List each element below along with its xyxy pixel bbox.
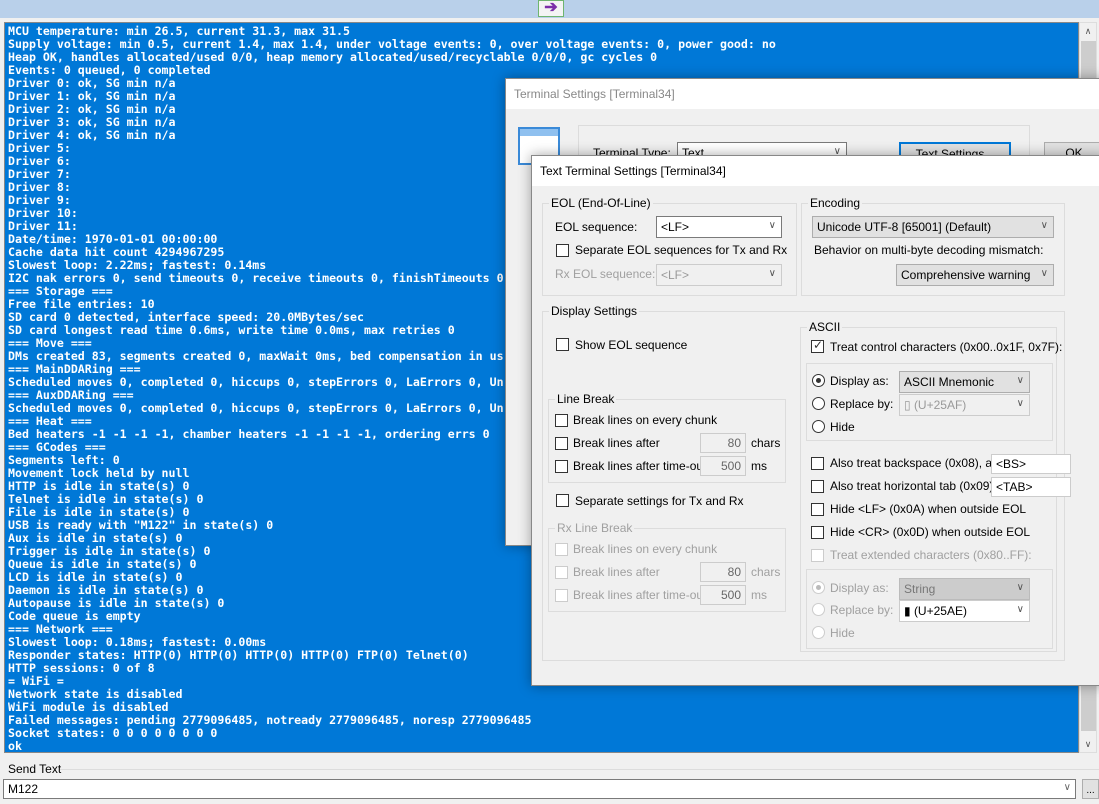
ext-hide-radio[interactable] xyxy=(812,626,825,639)
display-settings-label: Display Settings xyxy=(549,304,640,318)
ext-replace-by-select[interactable]: ▮ (U+25AE) ∨ xyxy=(899,600,1030,622)
separate-eol-checkbox[interactable] xyxy=(556,244,569,257)
show-eol-checkbox[interactable] xyxy=(556,338,569,351)
separate-eol-label: Separate EOL sequences for Tx and Rx xyxy=(575,243,788,257)
break-timeout-input[interactable]: 500 xyxy=(700,456,746,476)
hide-label: Hide xyxy=(830,420,855,434)
rx-eol-select[interactable]: <LF> ∨ xyxy=(656,264,782,286)
dialog-title: Terminal Settings [Terminal34] xyxy=(506,79,1099,109)
mismatch-label: Behavior on multi-byte decoding mismatch… xyxy=(814,243,1044,257)
rx-break-after-checkbox[interactable] xyxy=(555,566,568,579)
ext-hide-label: Hide xyxy=(830,626,855,640)
rx-line-break-label: Rx Line Break xyxy=(555,521,635,535)
rx-eol-label: Rx EOL sequence: xyxy=(555,267,656,281)
rx-ms-unit: ms xyxy=(751,588,767,602)
line-break-group: Line Break Break lines on every chunk Br… xyxy=(548,392,786,483)
separate-tx-rx-checkbox[interactable] xyxy=(556,494,569,507)
backspace-label: Also treat backspace (0x08), as xyxy=(830,456,999,470)
mismatch-select[interactable]: Comprehensive warning ∨ xyxy=(896,264,1054,286)
display-as-select[interactable]: ASCII Mnemonic ∨ xyxy=(899,371,1030,393)
terminal-line: ok xyxy=(8,739,22,753)
line-break-label: Line Break xyxy=(555,392,617,406)
dialog-title: Text Terminal Settings [Terminal34] xyxy=(532,156,1099,186)
ext-display-as-label: Display as: xyxy=(830,581,889,595)
chars-unit: chars xyxy=(751,436,781,450)
display-settings-group: Display Settings Show EOL sequence Line … xyxy=(542,304,1071,661)
break-after-chars-input[interactable]: 80 xyxy=(700,433,746,453)
rx-line-break-group: Rx Line Break Break lines on every chunk… xyxy=(548,521,786,612)
ext-replace-by-radio[interactable] xyxy=(812,603,825,616)
send-text-input[interactable]: M122 ∨ xyxy=(3,779,1076,799)
backspace-input[interactable]: <BS> xyxy=(991,454,1071,474)
tab-checkbox[interactable] xyxy=(811,480,824,493)
hide-cr-checkbox[interactable] xyxy=(811,526,824,539)
break-after-label: Break lines after xyxy=(573,436,660,450)
eol-sequence-select[interactable]: <LF> ∨ xyxy=(656,216,782,238)
divider xyxy=(60,769,1099,770)
hide-lf-label: Hide <LF> (0x0A) when outside EOL xyxy=(830,502,1027,516)
eol-sequence-label: EOL sequence: xyxy=(555,220,638,234)
encoding-group: Encoding Unicode UTF-8 [65001] (Default)… xyxy=(801,196,1065,296)
ext-display-as-select[interactable]: String ∨ xyxy=(899,578,1030,600)
rx-break-timeout-checkbox[interactable] xyxy=(555,589,568,602)
ext-replace-by-label: Replace by: xyxy=(830,603,894,617)
hide-radio[interactable] xyxy=(812,420,825,433)
break-timeout-checkbox[interactable] xyxy=(555,460,568,473)
ms-unit: ms xyxy=(751,459,767,473)
send-arrow-icon[interactable]: ➔ xyxy=(538,0,564,17)
treat-control-label: Treat control characters (0x00..0x1F, 0x… xyxy=(830,340,1063,354)
eol-group-label: EOL (End-Of-Line) xyxy=(549,196,653,210)
text-terminal-settings-dialog: Text Terminal Settings [Terminal34] EOL … xyxy=(531,155,1099,686)
display-as-radio[interactable] xyxy=(812,374,825,387)
tab-label: Also treat horizontal tab (0x09), as xyxy=(830,479,1013,493)
encoding-group-label: Encoding xyxy=(808,196,863,210)
treat-control-checkbox[interactable] xyxy=(811,338,824,353)
ascii-label: ASCII xyxy=(807,320,843,334)
replace-by-radio[interactable] xyxy=(812,397,825,410)
display-as-label: Display as: xyxy=(830,374,889,388)
show-eol-label: Show EOL sequence xyxy=(575,338,688,352)
send-text-label: Send Text xyxy=(8,762,62,776)
replace-by-select[interactable]: ▯ (U+25AF) ∨ xyxy=(899,394,1030,416)
separate-tx-rx-label: Separate settings for Tx and Rx xyxy=(575,494,744,508)
break-timeout-label: Break lines after time-out of xyxy=(573,459,720,473)
scroll-down-icon[interactable]: ∨ xyxy=(1080,736,1096,752)
rx-break-timeout-label: Break lines after time-out of xyxy=(573,588,720,602)
rx-break-timeout-input[interactable]: 500 xyxy=(700,585,746,605)
tab-input[interactable]: <TAB> xyxy=(991,477,1071,497)
chevron-down-icon[interactable]: ∨ xyxy=(1064,782,1071,793)
encoding-select[interactable]: Unicode UTF-8 [65001] (Default) ∨ xyxy=(812,216,1054,238)
hide-lf-checkbox[interactable] xyxy=(811,503,824,516)
treat-extended-label: Treat extended characters (0x80..FF): xyxy=(830,548,1032,562)
eol-group: EOL (End-Of-Line) EOL sequence: <LF> ∨ Se… xyxy=(542,196,797,296)
break-after-checkbox[interactable] xyxy=(555,437,568,450)
control-options-group: Display as: ASCII Mnemonic ∨ Replace by: … xyxy=(806,363,1053,441)
backspace-checkbox[interactable] xyxy=(811,457,824,470)
replace-by-label: Replace by: xyxy=(830,397,894,411)
ascii-group: ASCII Treat control characters (0x00..0x… xyxy=(800,320,1071,652)
break-every-chunk-checkbox[interactable] xyxy=(555,414,568,427)
rx-break-after-label: Break lines after xyxy=(573,565,660,579)
scroll-up-icon[interactable]: ∧ xyxy=(1080,23,1096,39)
chevron-down-icon: ∨ xyxy=(768,220,776,231)
rx-break-after-input[interactable]: 80 xyxy=(700,562,746,582)
ext-display-as-radio[interactable] xyxy=(812,581,825,594)
extended-options-group: Display as: String ∨ Replace by: ▮ (U+25A… xyxy=(806,569,1053,649)
rx-break-every-chunk-checkbox[interactable] xyxy=(555,543,568,556)
send-text-value: M122 xyxy=(8,782,39,796)
terminal-line: Socket states: 0 0 0 0 0 0 0 0 xyxy=(8,726,218,740)
treat-extended-checkbox[interactable] xyxy=(811,549,824,562)
break-every-chunk-label: Break lines on every chunk xyxy=(573,413,718,427)
hide-cr-label: Hide <CR> (0x0D) when outside EOL xyxy=(830,525,1031,539)
rx-chars-unit: chars xyxy=(751,565,781,579)
more-button[interactable]: ... xyxy=(1082,779,1099,799)
rx-break-every-chunk-label: Break lines on every chunk xyxy=(573,542,718,556)
